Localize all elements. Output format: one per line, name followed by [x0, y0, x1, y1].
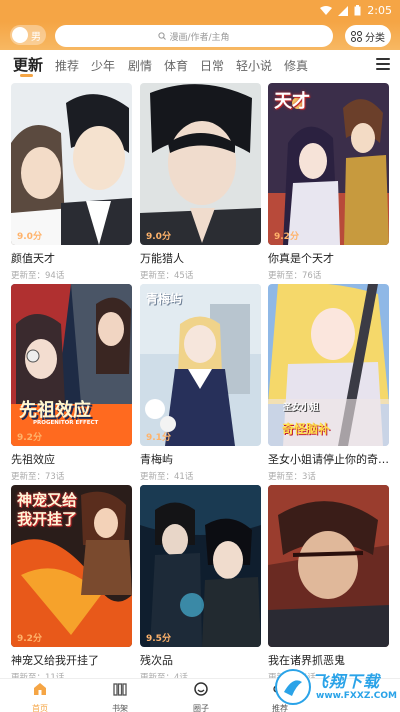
cover-title-text: 青梅屿 [146, 292, 183, 306]
circle-icon [194, 682, 208, 696]
bookshelf-icon [113, 683, 127, 696]
comic-title: 圣女小姐请停止你的奇怪脑补 [268, 453, 389, 466]
gender-toggle-knob [12, 27, 28, 43]
nav-label: 圈子 [193, 704, 209, 712]
gender-toggle[interactable]: 男 [10, 25, 46, 45]
category-button[interactable]: 分类 [345, 25, 391, 47]
menu-icon[interactable] [376, 58, 390, 70]
cover-title-text: 圣女小姐 [283, 403, 320, 413]
nav-home[interactable]: 首页 [15, 681, 65, 712]
comic-score: 9.2分 [17, 433, 42, 443]
tab-daily[interactable]: 日常 [200, 57, 224, 74]
signal-icon [338, 5, 349, 16]
comic-score: 9.0分 [17, 232, 42, 242]
comic-score: 9.1分 [146, 433, 171, 443]
grid-icon [351, 30, 362, 42]
home-icon [34, 683, 46, 695]
cover-subtitle-text: PROGENITOR EFFECT [33, 420, 99, 426]
comic-score: 9.5分 [146, 634, 171, 644]
comic-title: 你真是个天才 [268, 252, 334, 265]
cover-subtitle-text: 奇怪脑补 [282, 422, 331, 436]
comic-card[interactable]: 9.0分 颜值天才 更新至：94话 [11, 83, 132, 281]
cover-title-text: 天才 [274, 91, 310, 112]
comic-title: 残次品 [140, 654, 173, 667]
tab-drama[interactable]: 剧情 [128, 57, 152, 74]
comic-cover[interactable]: 青梅屿 9.1分 [140, 284, 261, 446]
comic-score: 9.2分 [17, 634, 42, 644]
comic-score: 9.0分 [146, 232, 171, 242]
watermark-logo-icon [275, 669, 311, 705]
comic-card[interactable]: 先祖效应 PROGENITOR EFFECT 9.2分 先祖效应 更新至：73话 [11, 284, 132, 482]
top-bar: 男 漫画/作者/主角 分类 [0, 22, 400, 50]
comic-score: 9.2分 [274, 232, 299, 242]
gender-label: 男 [31, 32, 41, 43]
comic-title: 万能猎人 [140, 252, 184, 265]
category-tabs: 更新 推荐 少年 剧情 体育 日常 轻小说 修真 [0, 50, 400, 80]
comic-update: 更新至：94话 [11, 271, 65, 281]
comic-cover[interactable]: 圣女小姐 奇怪脑补 [268, 284, 389, 446]
search-input[interactable]: 漫画/作者/主角 [55, 25, 333, 47]
wifi-icon [320, 5, 333, 15]
search-placeholder: 漫画/作者/主角 [169, 32, 230, 43]
watermark-text: 飞翔下载 [312, 672, 381, 691]
tab-recommend[interactable]: 推荐 [55, 57, 79, 74]
comic-update: 更新至：73话 [11, 472, 65, 482]
comic-card[interactable]: 天才 9.2分 你真是个天才 更新至：76话 [268, 83, 389, 281]
active-tab-indicator [20, 74, 33, 77]
comic-cover[interactable]: 先祖效应 PROGENITOR EFFECT 9.2分 [11, 284, 132, 446]
tab-shounen[interactable]: 少年 [91, 57, 115, 74]
comic-card[interactable]: 我在诸界抓恶鬼 更新至：5话 [268, 485, 389, 683]
nav-label: 书架 [112, 704, 128, 712]
comic-title: 神宠又给我开挂了 [11, 654, 99, 667]
comic-update: 更新至：3话 [268, 472, 316, 482]
comic-card[interactable]: 圣女小姐 奇怪脑补 圣女小姐请停止你的奇怪脑补 更新至：3话 [268, 284, 389, 482]
comic-card[interactable]: 青梅屿 9.1分 青梅屿 更新至：41话 [140, 284, 261, 482]
comic-cover[interactable]: 天才 9.2分 [268, 83, 389, 245]
category-label: 分类 [365, 32, 385, 44]
tab-update[interactable]: 更新 [13, 54, 43, 75]
comic-card[interactable]: 神宠又给我开挂了 9.2分 神宠又给我开挂了 更新至：11话 [11, 485, 132, 683]
comic-update: 更新至：45话 [140, 271, 194, 281]
cover-title-text: 神宠又给我开挂了 [17, 491, 78, 528]
comic-card[interactable]: 9.0分 万能猎人 更新至：45话 [140, 83, 261, 281]
comic-cover[interactable]: 9.0分 [140, 83, 261, 245]
comic-update: 更新至：76话 [268, 271, 322, 281]
status-time: 2:05 [367, 4, 392, 17]
status-icons: 2:05 [320, 4, 392, 17]
search-icon [158, 32, 167, 40]
status-bar: 2:05 [0, 0, 400, 22]
comic-cover[interactable]: 9.5分 [140, 485, 261, 647]
battery-icon [354, 5, 361, 16]
watermark: 飞翔下载 www.FXXZ.COM [272, 664, 398, 710]
nav-circle[interactable]: 圈子 [176, 681, 226, 712]
comic-cover[interactable]: 9.0分 [11, 83, 132, 245]
comic-title: 青梅屿 [140, 453, 173, 466]
comic-card[interactable]: 9.5分 残次品 更新至：4话 [140, 485, 261, 683]
comic-update: 更新至：41话 [140, 472, 194, 482]
tab-cultivation[interactable]: 修真 [284, 57, 308, 74]
nav-bookshelf[interactable]: 书架 [95, 681, 145, 712]
comic-title: 先祖效应 [11, 453, 55, 466]
cover-title-text: 先祖效应 [19, 400, 91, 421]
tab-sports[interactable]: 体育 [164, 57, 188, 74]
watermark-url: www.FXXZ.COM [316, 691, 397, 701]
comic-title: 颜值天才 [11, 252, 55, 265]
comic-cover[interactable] [268, 485, 389, 647]
comic-cover[interactable]: 神宠又给我开挂了 9.2分 [11, 485, 132, 647]
tab-light-novel[interactable]: 轻小说 [236, 57, 272, 74]
nav-label: 首页 [32, 704, 48, 712]
